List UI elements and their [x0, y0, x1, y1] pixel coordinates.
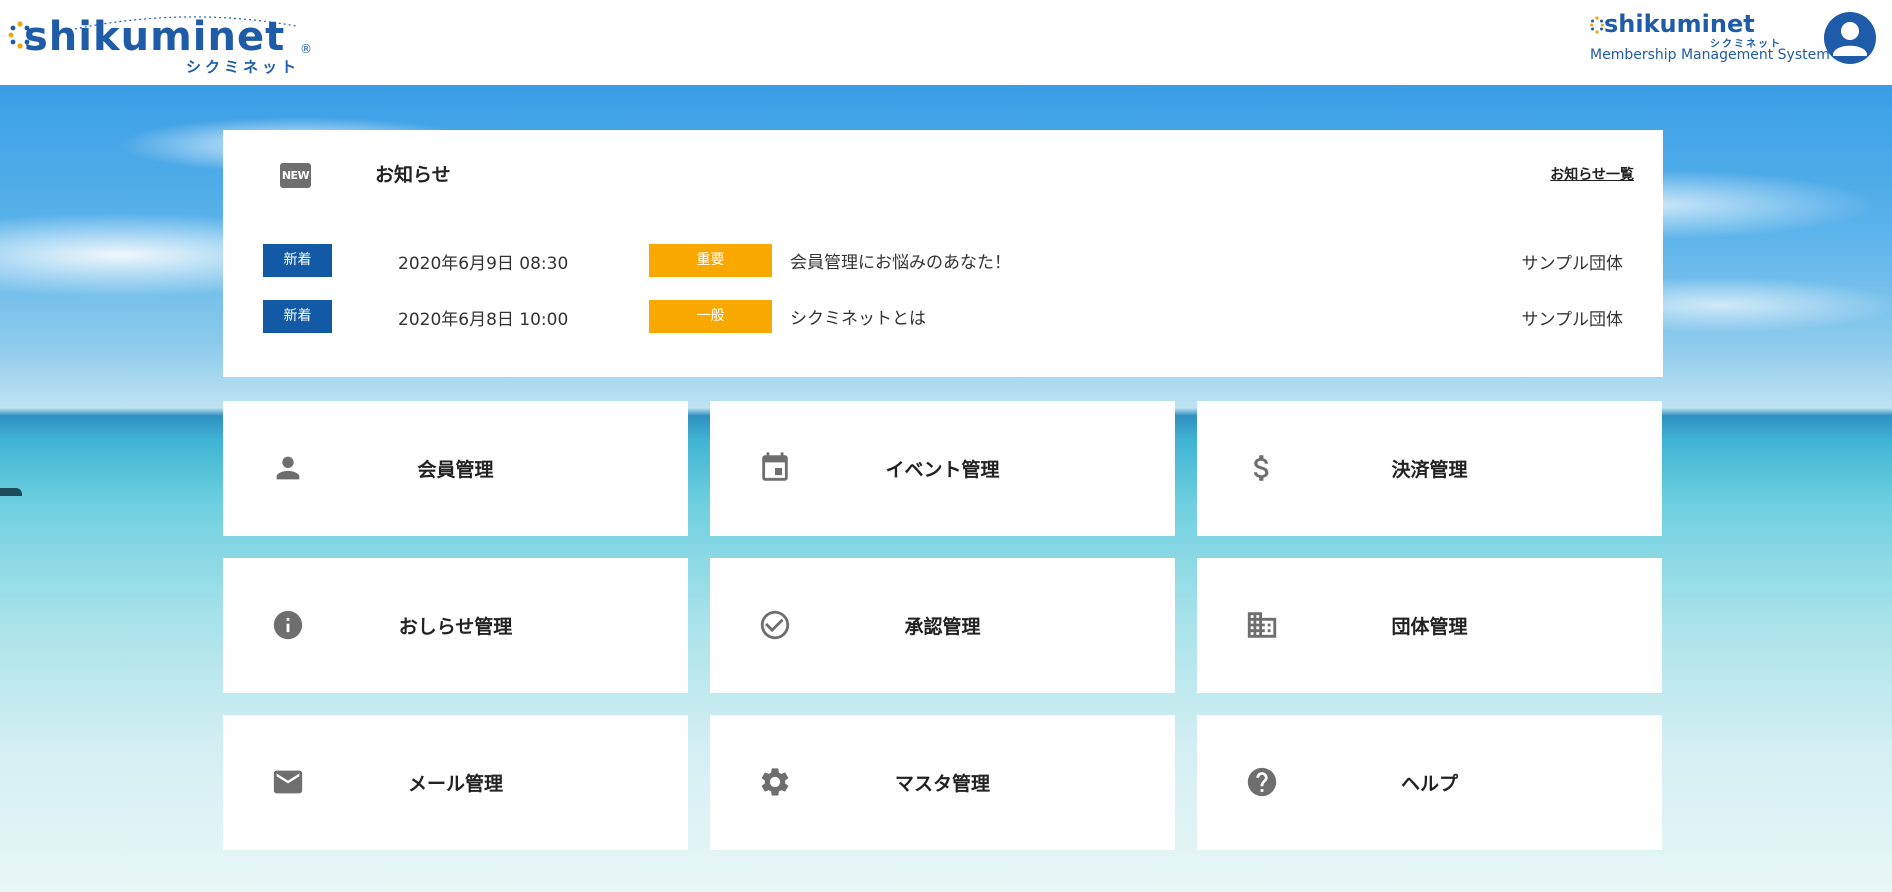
- news-row[interactable]: 新着 2020年6月8日 10:00 一般 シクミネットとは サンプル団体: [223, 298, 1663, 334]
- category-badge: 一般: [649, 300, 772, 333]
- island-silhouette: [0, 488, 22, 496]
- news-panel: NEW お知らせ お知らせ一覧 新着 2020年6月9日 08:30 重要 会員…: [223, 130, 1663, 377]
- menu-tile-mail[interactable]: メール管理: [223, 715, 688, 850]
- menu-tile-label: ヘルプ: [1400, 773, 1458, 795]
- menu-tile-label: イベント管理: [885, 459, 1000, 481]
- system-logo: shikuminet シクミネット Membership Management …: [1560, 10, 1830, 70]
- user-icon: [1833, 22, 1867, 56]
- news-subject-link[interactable]: シクミネットとは: [790, 304, 926, 329]
- category-badge: 重要: [649, 244, 772, 277]
- menu-tile-event[interactable]: イベント管理: [710, 401, 1175, 536]
- system-logo-wordmark: shikuminet: [1604, 10, 1755, 38]
- logo-kana: シクミネット: [186, 58, 301, 76]
- logo-registered-mark: ®: [300, 42, 312, 56]
- system-caption: Membership Management System: [1590, 47, 1830, 63]
- menu-tile-label: メール管理: [407, 773, 503, 795]
- menu-tile-label: おしらせ管理: [398, 616, 513, 638]
- app-header: shikuminet ® シクミネット shikuminet シクミネット Me…: [0, 0, 1892, 85]
- shikuminet-logo[interactable]: shikuminet ® シクミネット: [8, 8, 328, 78]
- new-icon: NEW: [280, 163, 311, 188]
- menu-tile-member[interactable]: 会員管理: [223, 401, 688, 536]
- news-organization: サンプル団体: [1521, 310, 1624, 330]
- news-list-link[interactable]: お知らせ一覧: [1550, 164, 1634, 184]
- menu-tile-label: 承認管理: [904, 616, 981, 638]
- menu-tile-master[interactable]: マスタ管理: [710, 715, 1175, 850]
- menu-tile-label: 団体管理: [1391, 616, 1468, 638]
- menu-tile-organization[interactable]: 団体管理: [1197, 558, 1662, 693]
- menu-tile-help[interactable]: ヘルプ: [1197, 715, 1662, 850]
- menu-tile-label: 会員管理: [417, 459, 494, 481]
- menu-tile-notice[interactable]: おしらせ管理: [223, 558, 688, 693]
- news-title: お知らせ: [375, 164, 451, 186]
- user-avatar-button[interactable]: [1824, 12, 1876, 64]
- new-badge: 新着: [263, 300, 332, 333]
- news-subject-link[interactable]: 会員管理にお悩みのあなた！: [790, 248, 1011, 273]
- system-logo-dots-icon: [1590, 16, 1604, 34]
- news-organization: サンプル団体: [1521, 254, 1624, 274]
- new-badge: 新着: [263, 244, 332, 277]
- news-row[interactable]: 新着 2020年6月9日 08:30 重要 会員管理にお悩みのあなた！ サンプル…: [223, 242, 1663, 278]
- news-date: 2020年6月8日 10:00: [398, 310, 569, 330]
- menu-tile-label: 決済管理: [1391, 459, 1468, 481]
- menu-tile-approval[interactable]: 承認管理: [710, 558, 1175, 693]
- logo-wordmark: shikuminet: [24, 14, 286, 60]
- news-date: 2020年6月9日 08:30: [398, 254, 569, 274]
- menu-tile-payment[interactable]: 決済管理: [1197, 401, 1662, 536]
- menu-tile-label: マスタ管理: [894, 773, 990, 795]
